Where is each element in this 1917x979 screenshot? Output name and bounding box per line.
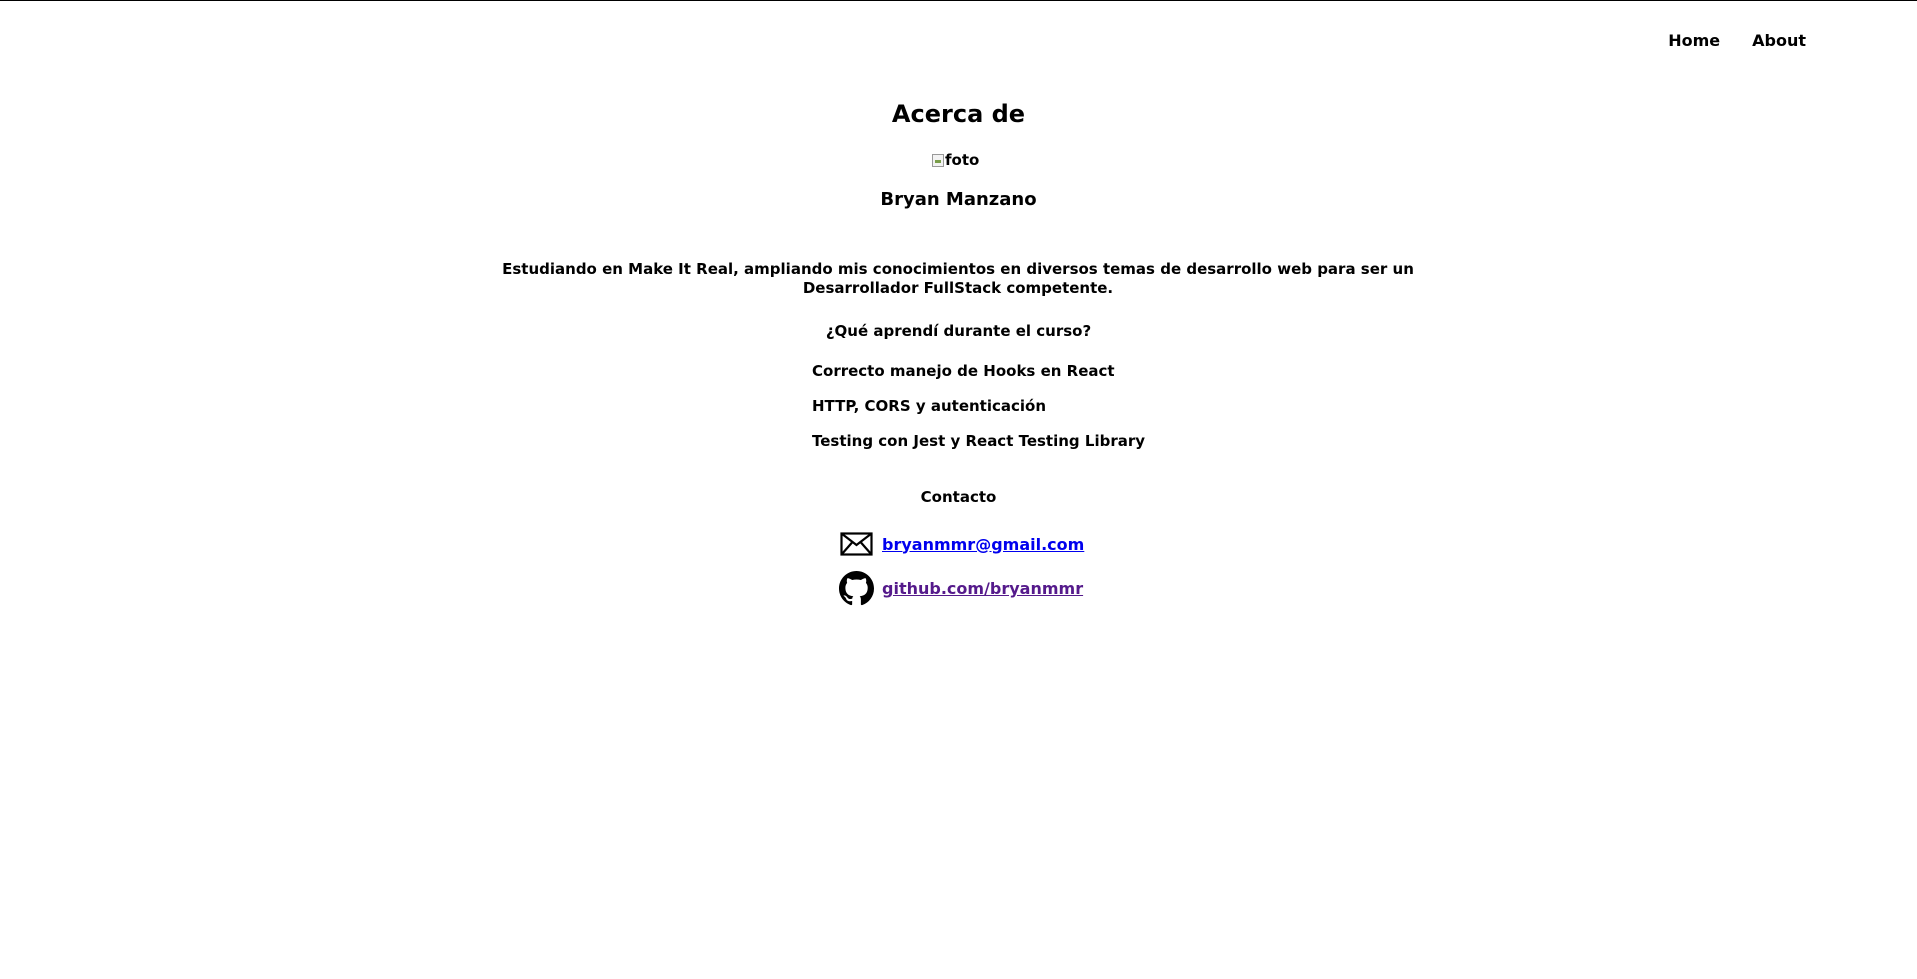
github-link[interactable]: github.com/bryanmmr (882, 579, 1083, 598)
contact-github-row: github.com/bryanmmr (838, 571, 1083, 606)
profile-photo: foto (932, 151, 979, 169)
profile-bio: Estudiando en Make It Real, ampliando mi… (502, 260, 1414, 297)
learned-title: ¿Qué aprendí durante el curso? (825, 322, 1092, 340)
broken-image-icon (932, 153, 944, 167)
top-nav: Home About (1668, 31, 1806, 50)
email-link[interactable]: bryanmmr@gmail.com (882, 535, 1084, 554)
photo-alt-text: foto (945, 151, 980, 169)
top-border (0, 0, 1917, 1)
learned-item: HTTP, CORS y autenticación (812, 397, 1047, 415)
nav-home-link[interactable]: Home (1668, 31, 1720, 50)
github-icon (838, 571, 874, 606)
learned-item: Correcto manejo de Hooks en React (812, 362, 1115, 380)
nav-about-link[interactable]: About (1752, 31, 1806, 50)
contact-email-row: bryanmmr@gmail.com (838, 532, 1084, 556)
page-title: Acerca de (891, 100, 1026, 128)
learned-list: Correcto manejo de Hooks en React HTTP, … (812, 360, 1145, 465)
contact-title: Contacto (920, 488, 997, 506)
envelope-icon (838, 532, 874, 556)
profile-name: Bryan Manzano (880, 189, 1037, 210)
learned-item: Testing con Jest y React Testing Library (812, 432, 1146, 450)
